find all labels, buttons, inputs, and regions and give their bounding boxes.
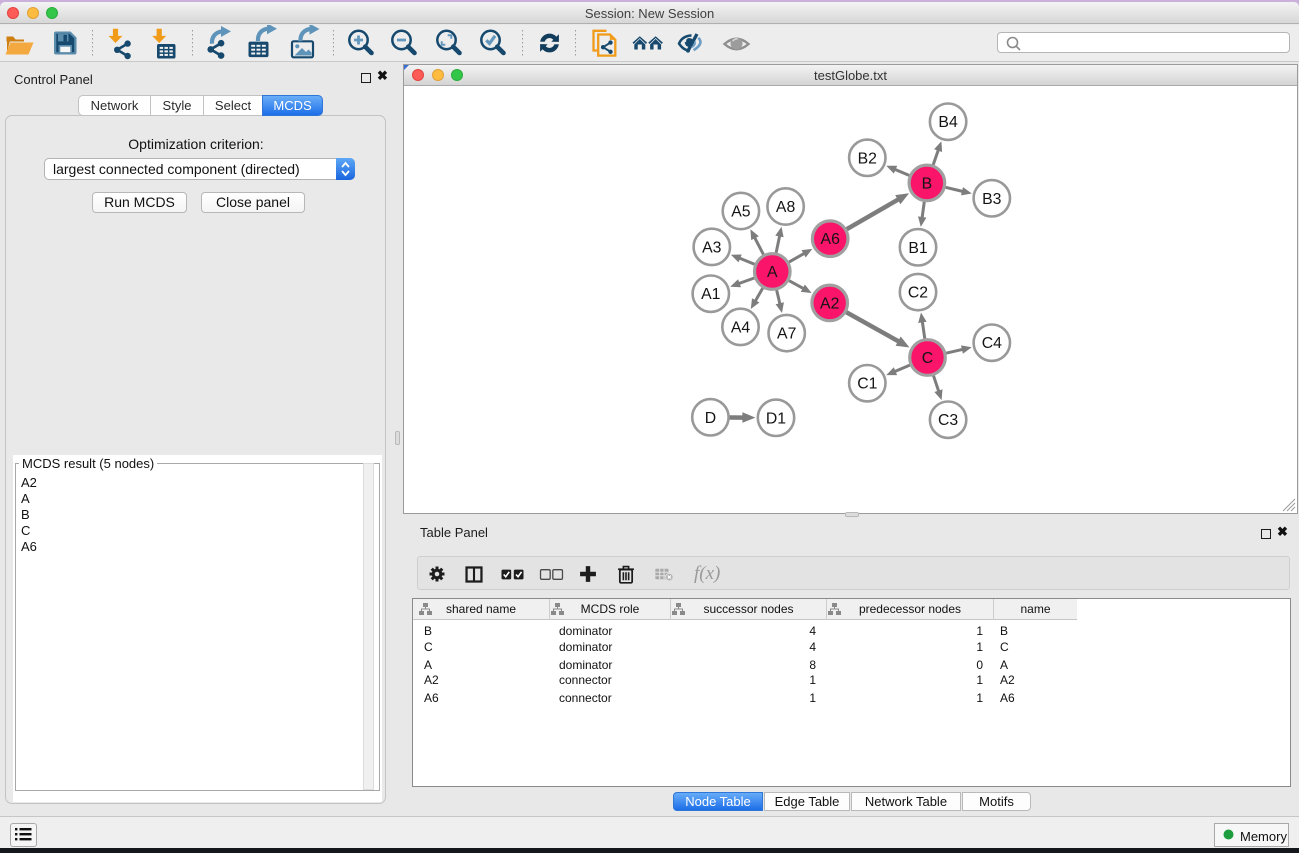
svg-text:A2: A2 [820, 295, 839, 312]
svg-text:A6: A6 [821, 231, 841, 248]
svg-text:C: C [922, 350, 933, 367]
svg-text:D: D [705, 410, 716, 427]
svg-text:B4: B4 [938, 114, 958, 131]
svg-text:B1: B1 [908, 240, 928, 257]
svg-text:B: B [922, 175, 933, 192]
svg-text:D1: D1 [766, 410, 786, 427]
svg-text:B2: B2 [858, 150, 877, 167]
svg-text:C3: C3 [938, 412, 958, 429]
svg-text:A3: A3 [702, 239, 722, 256]
svg-text:B3: B3 [982, 191, 1002, 208]
svg-text:A5: A5 [731, 204, 751, 221]
svg-text:A7: A7 [777, 326, 796, 343]
svg-text:A4: A4 [731, 319, 751, 336]
svg-text:A8: A8 [776, 199, 796, 216]
svg-text:A: A [767, 264, 778, 281]
svg-text:C1: C1 [857, 376, 877, 393]
svg-text:C4: C4 [982, 335, 1002, 352]
svg-text:A1: A1 [701, 286, 721, 303]
svg-text:C2: C2 [908, 285, 928, 302]
